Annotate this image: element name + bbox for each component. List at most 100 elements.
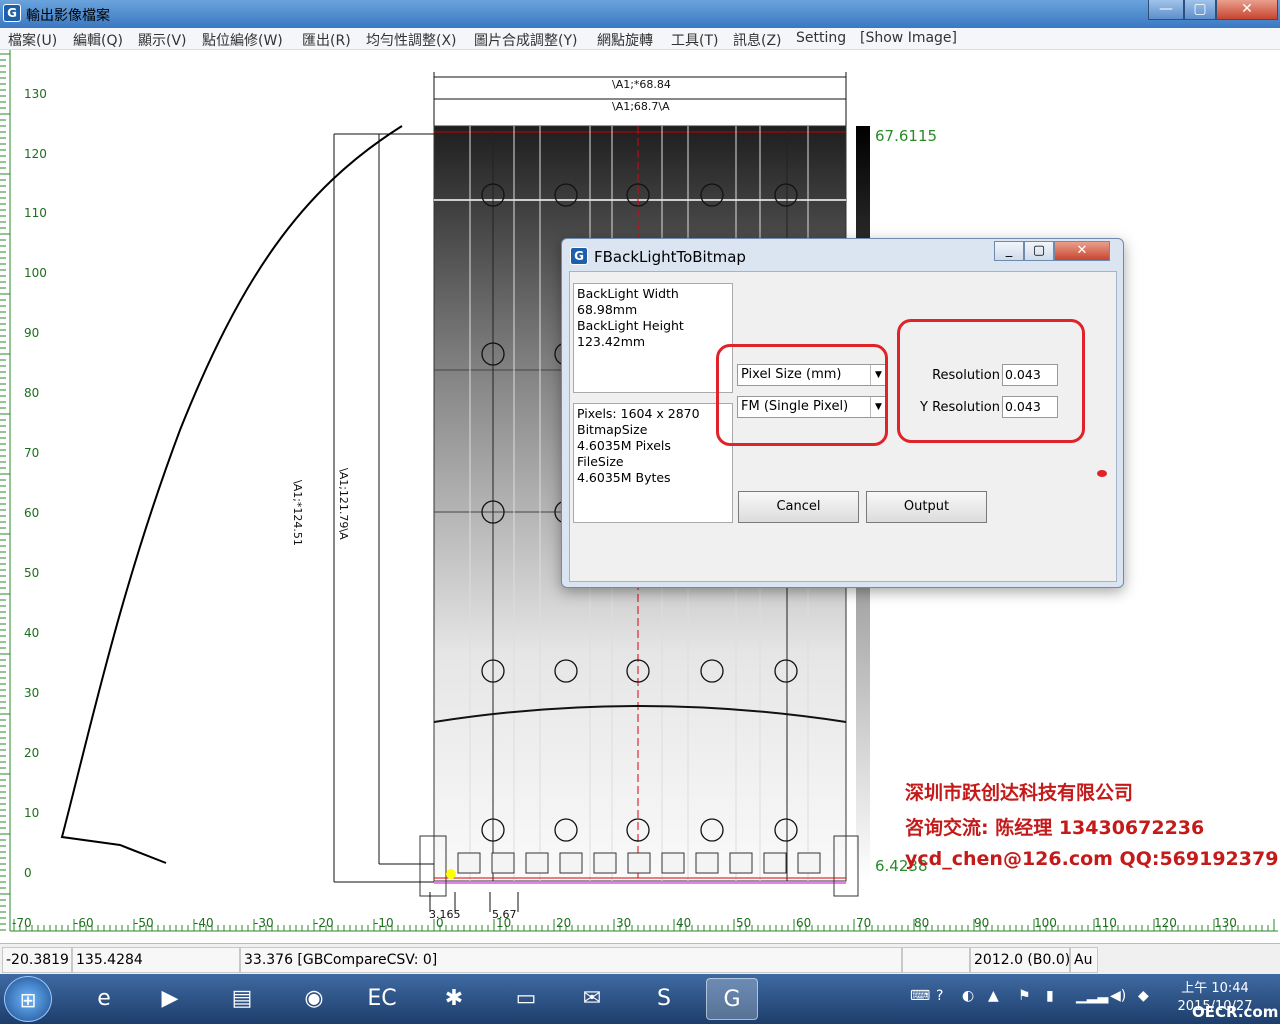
help-icon[interactable]: ? — [936, 988, 943, 1004]
ruler-x-label: -60 — [74, 916, 94, 930]
dialog-minimize-button[interactable]: _ — [994, 241, 1024, 261]
ruler-x-label: -50 — [134, 916, 154, 930]
menu-message[interactable]: 訊息(Z) — [733, 30, 782, 50]
dialog-logo-icon: G — [570, 247, 588, 265]
ruler-y-label: 70 — [24, 446, 40, 460]
menu-image-merge[interactable]: 圖片合成調整(Y) — [474, 30, 577, 50]
info-line: 4.6035M Bytes — [577, 470, 671, 485]
media-player-icon[interactable]: ▶ — [144, 978, 196, 1020]
backlight-size-info: BackLight Width 68.98mm BackLight Height… — [573, 283, 733, 393]
output-button[interactable]: Output — [866, 491, 987, 523]
menu-uniformity[interactable]: 均勻性調整(X) — [366, 30, 457, 50]
menu-setting[interactable]: Setting — [796, 30, 846, 46]
tray-arrow-icon[interactable]: ▲ — [988, 988, 999, 1004]
ruler-y-label: 80 — [24, 386, 40, 400]
highlight-ring-select — [716, 344, 888, 446]
status-bar: -20.3819 135.4284 33.376 [GBCompareCSV: … — [0, 943, 1280, 974]
app-taskbar-icon[interactable]: G — [706, 978, 758, 1020]
info-line: 123.42mm — [577, 334, 646, 349]
ie-icon[interactable]: e — [78, 978, 130, 1020]
ruler-x-label: -70 — [12, 916, 32, 930]
menu-dot-rotate[interactable]: 網點旋轉 — [597, 30, 653, 50]
ruler-x-label: 70 — [856, 916, 872, 930]
network-icon[interactable]: ▁▂▃ — [1076, 988, 1108, 1004]
ruler-y-label: 50 — [24, 566, 40, 580]
ruler-x-label: 90 — [974, 916, 990, 930]
site-watermark: OECR.com — [1192, 1003, 1279, 1021]
dialog-maximize-button[interactable]: ▢ — [1024, 241, 1054, 261]
ruler-y-label: 100 — [24, 266, 47, 280]
menu-file[interactable]: 檔案(U) — [8, 30, 57, 50]
ruler-x-label: -30 — [254, 916, 274, 930]
highlight-ring-resolution — [897, 319, 1085, 443]
ruler-y-label: 30 — [24, 686, 40, 700]
skype-icon[interactable]: S — [638, 978, 690, 1020]
ruler-y-label: 20 — [24, 746, 40, 760]
file-explorer-icon[interactable]: ▭ — [500, 978, 552, 1020]
info-line: BitmapSize — [577, 422, 648, 437]
menu-bar: 檔案(U) 編輯(Q) 顯示(V) 點位編修(W) 匯出(R) 均勻性調整(X)… — [0, 28, 1280, 50]
info-line: 68.98mm — [577, 302, 638, 317]
ruler-x-label: -20 — [314, 916, 334, 930]
maximize-button[interactable]: ▢ — [1184, 0, 1216, 20]
chrome-icon[interactable]: ◉ — [288, 978, 340, 1020]
outlook-icon[interactable]: ✉ — [566, 978, 618, 1020]
game-icon[interactable]: ✱ — [428, 978, 480, 1020]
email-info: ycd_chen@126.com QQ:569192379 — [905, 848, 1279, 870]
minimize-button[interactable]: — — [1148, 0, 1184, 20]
dialog-title: FBackLightToBitmap — [594, 248, 746, 266]
taskbar: ⊞ e ▶ ▤ ◉ EC ✱ ▭ ✉ S G ⌨ ? ◐ ▲ ⚑ ▮ ▁▂▃ ◀… — [0, 974, 1280, 1024]
ruler-x-label: -10 — [374, 916, 394, 930]
ruler-x-label: 50 — [736, 916, 752, 930]
ruler-x-label: 130 — [1214, 916, 1237, 930]
ruler-x-label: -40 — [194, 916, 214, 930]
dropbox-icon[interactable]: ◆ — [1138, 988, 1149, 1004]
cancel-button[interactable]: Cancel — [738, 491, 859, 523]
ruler-x-label: 80 — [914, 916, 930, 930]
menu-show-image[interactable]: [Show Image] — [860, 30, 957, 46]
ruler-x-label: 40 — [676, 916, 692, 930]
status-extra: Au — [1070, 947, 1098, 973]
clock-time: 上午 10:44 — [1181, 981, 1249, 996]
ruler-x-label: 120 — [1154, 916, 1177, 930]
ruler-y-label: 120 — [24, 147, 47, 161]
keyboard-icon[interactable]: ⌨ — [910, 988, 930, 1004]
ruler-y-label: 10 — [24, 806, 40, 820]
volume-icon[interactable]: ◀) — [1110, 988, 1126, 1004]
start-button[interactable]: ⊞ — [4, 976, 52, 1022]
close-button[interactable]: ✕ — [1216, 0, 1278, 20]
red-mark — [1097, 470, 1107, 477]
ruler-y-label: 60 — [24, 506, 40, 520]
power-icon[interactable]: ▮ — [1046, 988, 1054, 1004]
menu-tools[interactable]: 工具(T) — [671, 30, 718, 50]
dim-bottom-offset: 3.165 — [429, 908, 461, 921]
bitmap-size-info: Pixels: 1604 x 2870 BitmapSize 4.6035M P… — [573, 403, 733, 523]
info-line: FileSize — [577, 454, 624, 469]
menu-edit[interactable]: 編輯(Q) — [73, 30, 123, 50]
dim-width-inner: \A1;68.7\A — [612, 100, 670, 113]
menu-point-edit[interactable]: 點位編修(W) — [202, 30, 283, 50]
contact-info: 咨询交流: 陈经理 13430672236 — [905, 817, 1205, 839]
ruler-y-label: 0 — [24, 866, 32, 880]
ruler-x-label: 60 — [796, 916, 812, 930]
app-logo-icon: G — [3, 4, 21, 22]
qq-icon[interactable]: ◐ — [962, 988, 974, 1004]
scale-max-value: 67.6115 — [875, 127, 938, 145]
dialog-close-button[interactable]: ✕ — [1054, 241, 1110, 261]
ruler-x-label: 30 — [616, 916, 632, 930]
status-version: 2012.0 (B0.0) — [970, 947, 1070, 973]
ec-app-icon[interactable]: EC — [356, 978, 408, 1020]
status-y: 135.4284 — [72, 947, 240, 973]
sticky-notes-icon[interactable]: ▤ — [216, 978, 268, 1020]
flag-icon[interactable]: ⚑ — [1018, 988, 1031, 1004]
info-line: BackLight Height — [577, 318, 684, 333]
status-x: -20.3819 — [2, 947, 72, 973]
ruler-y-label: 110 — [24, 206, 47, 220]
menu-view[interactable]: 顯示(V) — [138, 30, 187, 50]
menu-export[interactable]: 匯出(R) — [302, 30, 351, 50]
status-empty — [902, 947, 970, 973]
dim-bottom-pitch: 5.67 — [492, 908, 517, 921]
ruler-y-label: 90 — [24, 326, 40, 340]
ruler-x-label: 20 — [556, 916, 572, 930]
window-titlebar: G 輸出影像檔案 — ▢ ✕ — [0, 0, 1280, 28]
